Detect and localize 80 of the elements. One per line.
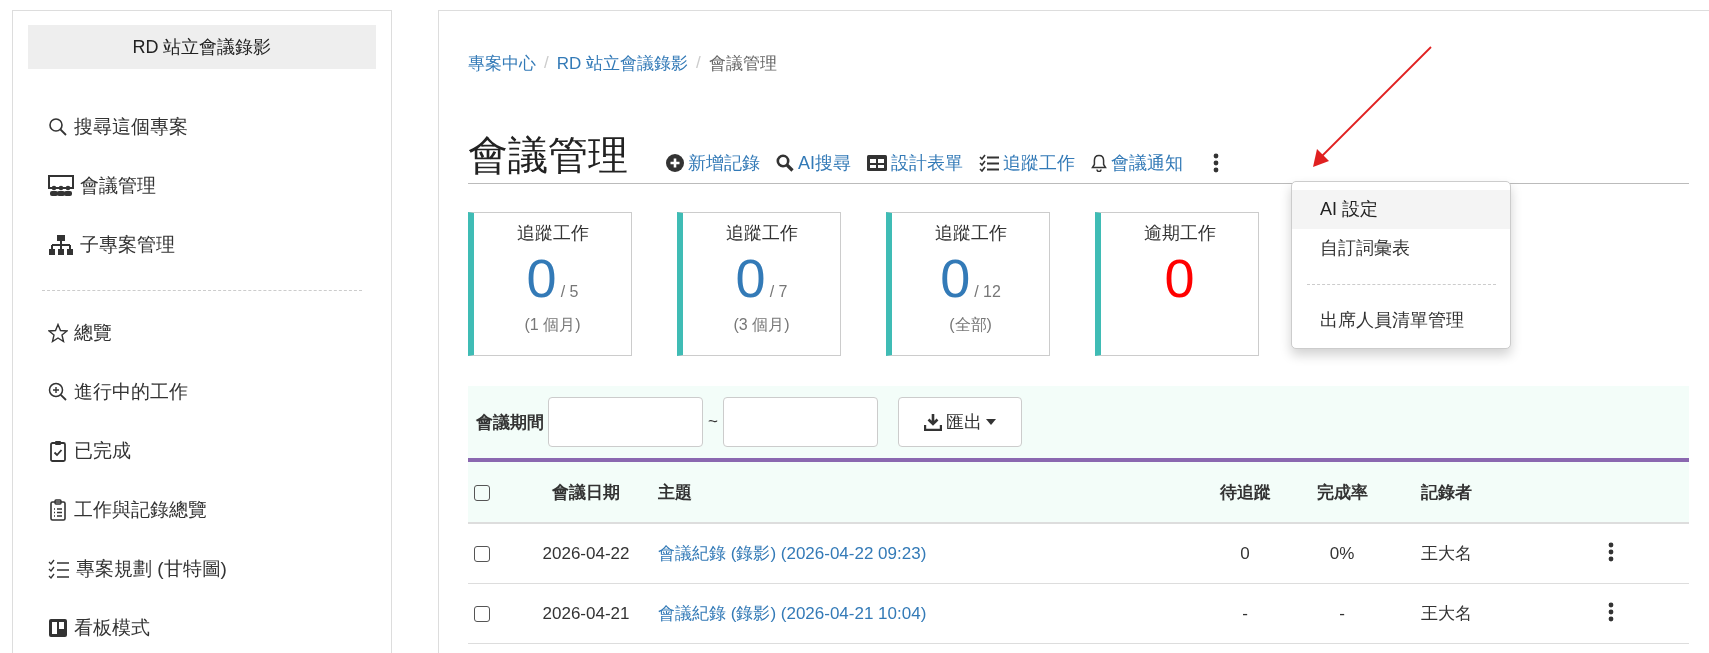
sidebar-item[interactable]: 總覽	[28, 303, 376, 362]
more-icon	[1607, 542, 1614, 562]
row-checkbox[interactable]	[474, 546, 490, 562]
stat-total: / 5	[560, 283, 579, 302]
start-date-field[interactable]	[548, 397, 703, 447]
toolbar-link[interactable]: 新增記錄	[666, 151, 760, 175]
sidebar-item[interactable]: 子專案管理	[28, 215, 376, 274]
meeting-link[interactable]: 會議紀錄 (錄影) (2026-04-22 09:23)	[658, 544, 927, 563]
stat-value: 0	[735, 251, 766, 305]
star-icon	[48, 322, 68, 343]
menu-item[interactable]: 自訂詞彙表	[1292, 229, 1510, 268]
sidebar-item[interactable]: 會議管理	[28, 156, 376, 215]
stat-title: 追蹤工作	[724, 222, 799, 245]
clipboard-icon	[48, 498, 68, 521]
more-icon	[1607, 602, 1614, 622]
menu-item[interactable]: AI 設定	[1292, 190, 1510, 229]
toolbar-link[interactable]: 設計表單	[867, 151, 963, 175]
breadcrumb-separator: /	[695, 53, 702, 73]
table-cell: 2026-04-21	[515, 583, 657, 644]
column-header: 主題	[657, 462, 1199, 523]
sidebar-item[interactable]: 看板模式	[28, 598, 376, 653]
stat-value: 0	[526, 251, 557, 305]
hierarchy-icon	[48, 233, 74, 256]
sidebar-item[interactable]: 已完成	[28, 421, 376, 480]
toolbar-link[interactable]: 追蹤工作	[979, 151, 1075, 175]
sidebar-item[interactable]: 工作與記錄總覽	[28, 480, 376, 539]
stat-period: (全部)	[948, 315, 993, 335]
project-title: RD 站立會議錄影	[28, 25, 376, 69]
breadcrumb-link[interactable]: 專案中心	[468, 51, 536, 75]
stat-title: 逾期工作	[1142, 222, 1217, 245]
end-date-field[interactable]	[722, 397, 878, 447]
table-cell: 2026-04-22	[515, 523, 657, 584]
table-cell: -	[1199, 583, 1291, 644]
kanban-icon	[48, 617, 68, 638]
clipboard-check-icon	[48, 439, 68, 462]
table-cell: 王大名	[1393, 523, 1532, 584]
filter-label: 會議期間	[476, 411, 544, 434]
breadcrumb-link[interactable]: RD 站立會議錄影	[556, 51, 688, 75]
export-button[interactable]: 匯出	[897, 397, 1022, 447]
zoom-in-icon	[48, 381, 68, 402]
search-icon	[776, 154, 794, 172]
stat-value: 0	[1164, 251, 1195, 305]
menu-item[interactable]: 出席人員清單管理	[1292, 301, 1510, 340]
column-header: 完成率	[1291, 462, 1393, 523]
stat-title: 追蹤工作	[933, 222, 1008, 245]
stat-value: 0	[940, 251, 971, 305]
checklist-icon	[979, 154, 999, 172]
meeting-link[interactable]: 會議紀錄 (錄影) (2026-04-21 10:04)	[658, 604, 927, 623]
caret-icon	[985, 419, 996, 425]
page-title: 會議管理	[468, 135, 628, 175]
search-icon	[48, 116, 68, 137]
select-all-checkbox[interactable]	[474, 484, 490, 501]
checklist-icon	[48, 558, 70, 579]
table-cell: 0%	[1291, 523, 1393, 584]
table-cell: -	[1291, 583, 1393, 644]
toolbar-link[interactable]: 會議通知	[1091, 151, 1183, 175]
bell-icon	[1091, 154, 1107, 172]
row-checkbox[interactable]	[474, 606, 490, 622]
breadcrumb-separator: /	[543, 53, 550, 73]
meeting-icon	[48, 174, 74, 197]
column-header: 記錄者	[1393, 462, 1532, 523]
more-icon	[1213, 153, 1219, 173]
sidebar-item[interactable]: 搜尋這個專案	[28, 97, 376, 156]
sidebar-item[interactable]: 專案規劃 (甘特圖)	[28, 539, 376, 598]
column-header: 待追蹤	[1199, 462, 1291, 523]
table-icon	[867, 155, 887, 171]
stat-period: (3 個月)	[732, 315, 791, 335]
plus-circle-icon	[666, 154, 684, 172]
stat-title: 追蹤工作	[515, 222, 590, 245]
table-cell: 0	[1199, 523, 1291, 584]
table-cell: 王大名	[1393, 583, 1532, 644]
sidebar-item[interactable]: 進行中的工作	[28, 362, 376, 421]
stat-total: / 7	[769, 283, 788, 302]
column-header: 會議日期	[515, 462, 657, 523]
breadcrumb-current: 會議管理	[708, 52, 777, 75]
stat-period: (1 個月)	[523, 315, 582, 335]
stat-total: / 12	[974, 283, 1001, 302]
toolbar-link[interactable]: AI搜尋	[776, 151, 851, 175]
range-separator: ~	[708, 412, 718, 432]
download-icon	[923, 413, 942, 431]
